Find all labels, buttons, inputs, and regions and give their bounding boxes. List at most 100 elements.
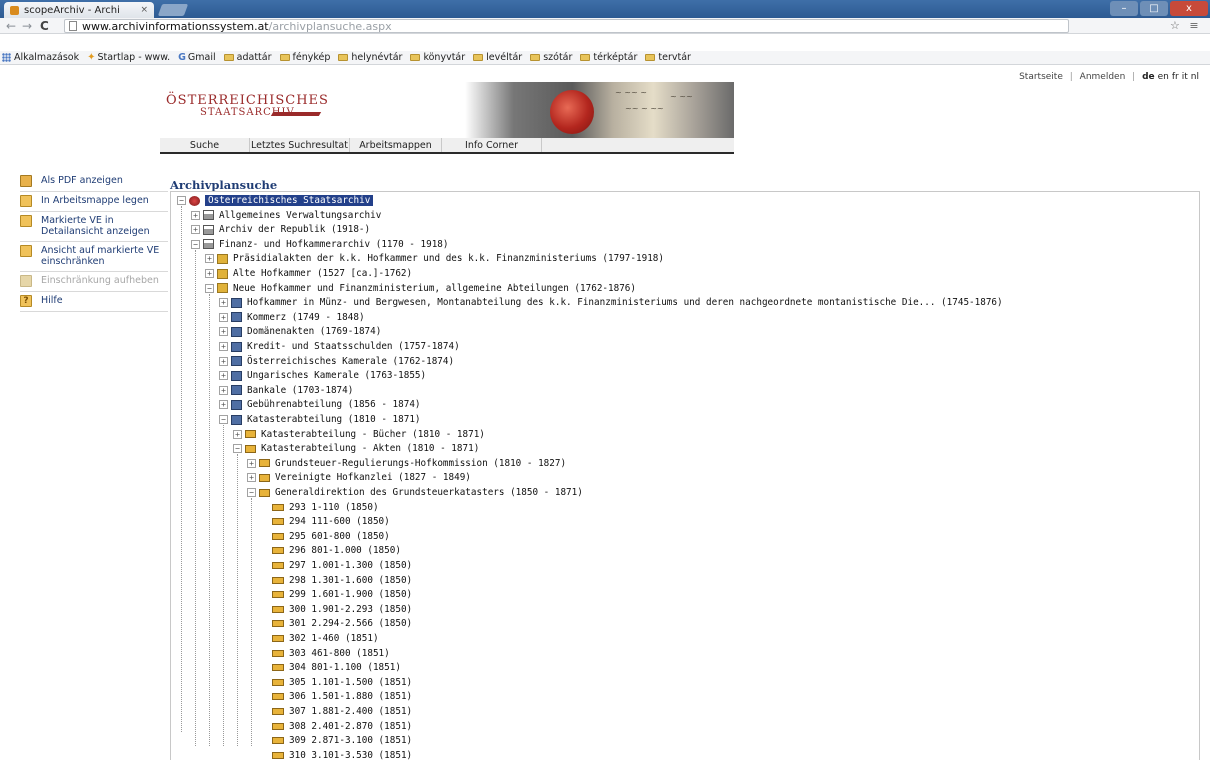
tree-node[interactable]: + Präsidialakten der k.k. Hofkammer und d… [205,252,664,265]
bookmark-item[interactable]: szótár [530,52,572,63]
tree-node-label[interactable]: 295 601-800 (1850) [289,531,390,542]
tree-node-label[interactable]: 309 2.871-3.100 (1851) [289,735,412,746]
tree-node[interactable]: + Kredit- und Staatsschulden (1757-1874) [219,340,460,353]
tree-node[interactable]: 300 1.901-2.293 (1850) [272,603,412,616]
collapse-icon[interactable]: − [191,239,200,249]
expand-icon[interactable]: + [191,210,200,220]
tree-node-label[interactable]: 302 1-460 (1851) [289,633,379,644]
tree-node[interactable]: 310 3.101-3.530 (1851) [272,749,412,760]
tree-node-label[interactable]: 300 1.901-2.293 (1850) [289,604,412,615]
bookmark-item[interactable]: helynévtár [338,52,402,63]
tree-node[interactable]: − Katasterabteilung (1810 - 1871) [219,413,421,426]
tree-node[interactable]: + Hofkammer in Münz- und Bergwesen, Monta… [219,296,1003,309]
tree-node[interactable]: 297 1.001-1.300 (1850) [272,559,412,572]
tree-node[interactable]: 308 2.401-2.870 (1851) [272,720,412,733]
tree-node-label[interactable]: Bankale (1703-1874) [247,385,353,396]
tree-node[interactable]: 298 1.301-1.600 (1850) [272,574,412,587]
tree-node[interactable]: 309 2.871-3.100 (1851) [272,734,412,747]
collapse-icon[interactable]: − [219,415,228,424]
tree-node-label[interactable]: Hofkammer in Münz- und Bergwesen, Montan… [247,297,1003,308]
tree-node-label[interactable]: 296 801-1.000 (1850) [289,545,401,556]
bookmark-item[interactable]: ✦ Startlap - www. [87,52,170,63]
language-nl[interactable]: nl [1191,72,1199,82]
tree-node-label[interactable]: Ungarisches Kamerale (1763-1855) [247,370,426,381]
tree-node-label[interactable]: Domänenakten (1769-1874) [247,326,381,337]
forward-icon[interactable]: → [22,19,32,33]
expand-icon[interactable]: + [219,312,228,322]
bookmark-item[interactable]: G Gmail [178,52,216,63]
address-bar[interactable]: www.archivinformationssystem.at /archivp… [64,19,1069,33]
tree-node[interactable]: − Österreichisches Staatsarchiv [177,194,374,207]
tree-node-label[interactable]: Österreichisches Kamerale (1762-1874) [247,356,454,367]
sidebar-action[interactable]: Markierte VE in Detailansicht anzeigen [20,212,168,242]
tree-node[interactable]: + Gebührenabteilung (1856 - 1874) [219,398,421,411]
bookmark-item[interactable]: Alkalmazások [2,52,79,63]
tree-node-label[interactable]: 310 3.101-3.530 (1851) [289,750,412,760]
tree-node[interactable]: − Finanz- und Hofkammerarchiv (1170 - 191… [191,238,449,251]
tree-node-label[interactable]: 304 801-1.100 (1851) [289,662,401,673]
tree-node[interactable]: 307 1.881-2.400 (1851) [272,705,412,718]
tree-node[interactable]: 299 1.601-1.900 (1850) [272,588,412,601]
tree-node-label[interactable]: 299 1.601-1.900 (1850) [289,589,412,600]
tree-node-label[interactable]: 294 111-600 (1850) [289,516,390,527]
tree-node[interactable]: + Allgemeines Verwaltungsarchiv [191,209,381,222]
tree-node-label[interactable]: Alte Hofkammer (1527 [ca.]-1762) [233,268,412,279]
tree-node-label[interactable]: Generaldirektion des Grundsteuerkataster… [275,487,583,498]
expand-icon[interactable]: + [233,429,242,439]
tree-node[interactable]: + Alte Hofkammer (1527 [ca.]-1762) [205,267,412,280]
tree-node[interactable]: 303 461-800 (1851) [272,647,390,660]
tree-node-label[interactable]: 306 1.501-1.880 (1851) [289,691,412,702]
expand-icon[interactable]: + [205,254,214,264]
tree-node[interactable]: 294 111-600 (1850) [272,515,390,528]
collapse-icon[interactable]: − [205,283,214,293]
bookmark-item[interactable]: térképtár [580,52,637,63]
tree-node[interactable]: 305 1.101-1.500 (1851) [272,676,412,689]
tree-node-label[interactable]: Neue Hofkammer und Finanzministerium, al… [233,283,636,294]
collapse-icon[interactable]: − [177,196,186,205]
tree-node-label[interactable]: Finanz- und Hofkammerarchiv (1170 - 1918… [219,239,449,250]
new-tab-button[interactable] [157,4,189,16]
sidebar-action[interactable]: Als PDF anzeigen [20,172,168,192]
sidebar-action[interactable]: In Arbeitsmappe legen [20,192,168,212]
bookmark-item[interactable]: könyvtár [410,52,465,63]
tree-node-label[interactable]: Kredit- und Staatsschulden (1757-1874) [247,341,460,352]
tree-node-label[interactable]: 297 1.001-1.300 (1850) [289,560,412,571]
language-fr[interactable]: fr [1172,72,1179,82]
tab-close-icon[interactable]: × [140,5,148,15]
collapse-icon[interactable]: − [247,488,256,497]
tree-node[interactable]: − Generaldirektion des Grundsteuerkataste… [247,486,583,499]
tree-node-label[interactable]: Archiv der Republik (1918-) [219,224,370,235]
tree-node-label[interactable]: Präsidialakten der k.k. Hofkammer und de… [233,253,664,264]
tree-node[interactable]: 301 2.294-2.566 (1850) [272,617,412,630]
tree-node-label[interactable]: 307 1.881-2.400 (1851) [289,706,412,717]
expand-icon[interactable]: + [219,298,228,308]
tree-node-label[interactable]: 293 1-110 (1850) [289,502,379,513]
tree-node-label[interactable]: Katasterabteilung - Bücher (1810 - 1871) [261,429,485,440]
tree-node-label[interactable]: Katasterabteilung (1810 - 1871) [247,414,421,425]
close-window-button[interactable]: x [1170,1,1208,16]
tree-node-label[interactable]: 298 1.301-1.600 (1850) [289,575,412,586]
tree-node[interactable]: + Domänenakten (1769-1874) [219,325,381,338]
minimize-button[interactable]: – [1110,1,1138,16]
tree-node-label[interactable]: Österreichisches Staatsarchiv [205,195,374,206]
bookmark-item[interactable]: levéltár [473,52,522,63]
language-it[interactable]: it [1182,72,1188,82]
tree-node-label[interactable]: 301 2.294-2.566 (1850) [289,618,412,629]
tree-node-label[interactable]: Katasterabteilung - Akten (1810 - 1871) [261,443,479,454]
startseite-link[interactable]: Startseite [1019,72,1063,82]
tree-node-label[interactable]: Gebührenabteilung (1856 - 1874) [247,399,421,410]
tree-node[interactable]: + Kommerz (1749 - 1848) [219,311,365,324]
expand-icon[interactable]: + [247,473,256,483]
tree-node-label[interactable]: 308 2.401-2.870 (1851) [289,721,412,732]
expand-icon[interactable]: + [219,400,228,410]
language-en[interactable]: en [1158,72,1169,82]
tree-node[interactable]: + Grundsteuer-Regulierungs-Hofkommission … [247,457,566,470]
nav-arbeitsmappen[interactable]: Arbeitsmappen [350,138,442,152]
nav-info-corner[interactable]: Info Corner [442,138,542,152]
nav-letztes-suchresultat[interactable]: Letztes Suchresultat [250,138,350,152]
tree-node-label[interactable]: 305 1.101-1.500 (1851) [289,677,412,688]
tree-node[interactable]: − Neue Hofkammer und Finanzministerium, a… [205,282,636,295]
expand-icon[interactable]: + [191,225,200,235]
tree-node[interactable]: − Katasterabteilung - Akten (1810 - 1871) [233,442,479,455]
tree-node[interactable]: 304 801-1.100 (1851) [272,661,401,674]
